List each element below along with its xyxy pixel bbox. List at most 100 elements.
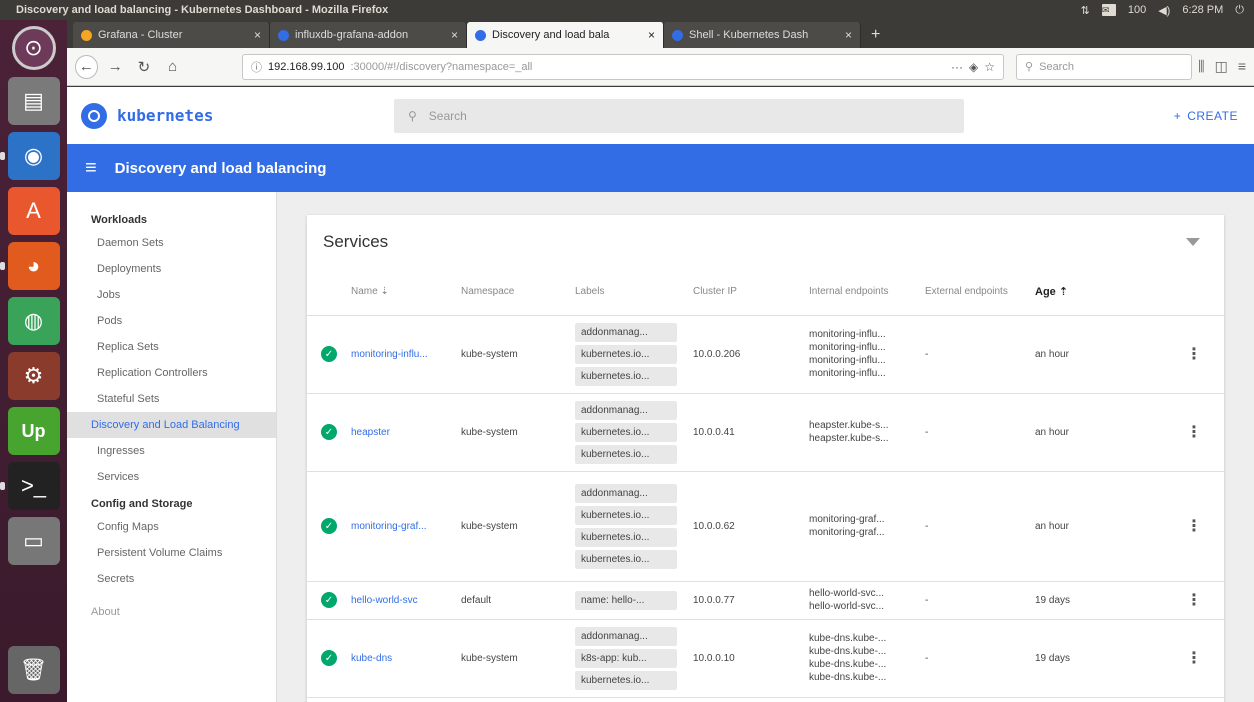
sidebar-icon[interactable]: ◫ [1215, 58, 1228, 75]
label-chip[interactable]: addonmanag... [575, 483, 677, 503]
trash-icon[interactable]: 🗑 [7, 646, 60, 694]
home-button[interactable]: ⌂ [161, 55, 184, 79]
library-icon[interactable]: ⫼ [1198, 58, 1204, 75]
tab-discovery[interactable]: Discovery and load bala × [467, 22, 664, 48]
menu-icon[interactable]: ≡ [1238, 58, 1246, 75]
chrome-icon[interactable]: ◉ [0, 132, 60, 180]
label-chip[interactable]: addonmanag... [575, 400, 677, 420]
filter-icon[interactable] [1186, 238, 1200, 246]
power-icon[interactable]: ⏻ [1235, 4, 1244, 17]
internal-endpoint[interactable]: monitoring-influ... [809, 354, 909, 367]
label-chip[interactable]: kubernetes.io... [575, 505, 677, 525]
label-chip[interactable]: kubernetes.io... [575, 527, 677, 547]
drive-icon[interactable]: ▭ [7, 517, 60, 565]
clock[interactable]: 6:28 PM [1182, 4, 1223, 16]
create-button[interactable]: + CREATE [1174, 109, 1238, 123]
sidebar-item-replication-controllers[interactable]: Replication Controllers [67, 360, 276, 386]
internal-endpoint[interactable]: monitoring-influ... [809, 341, 909, 354]
sidebar-item-ingresses[interactable]: Ingresses [67, 438, 276, 464]
tab-grafana[interactable]: Grafana - Cluster × [73, 22, 270, 48]
more-vert-icon[interactable]: ⋮ [1164, 393, 1224, 472]
internal-endpoint[interactable]: monitoring-influ... [809, 367, 909, 380]
spotify-icon[interactable]: ◍ [7, 297, 60, 345]
bookmark-star-icon[interactable]: ☆ [984, 60, 995, 74]
internal-endpoint[interactable]: hello-world-svc... [809, 600, 909, 613]
service-name-link[interactable]: monitoring-influ... [343, 315, 453, 394]
dash-icon[interactable]: ⊙ [11, 26, 56, 70]
internal-endpoint[interactable]: hello-world-svc... [809, 587, 909, 600]
upwork-icon[interactable]: Up [7, 407, 60, 455]
browser-search-box[interactable]: ⚲ Search [1016, 53, 1193, 80]
sidebar-item-secrets[interactable]: Secrets [67, 566, 276, 592]
software-center-icon[interactable]: A [7, 187, 60, 235]
settings-icon[interactable]: ⚙ [7, 352, 60, 400]
close-icon[interactable]: × [845, 28, 852, 42]
firefox-icon[interactable]: ◕ [0, 242, 60, 290]
sound-icon[interactable]: ◀) [1158, 4, 1170, 17]
keyboard-layout-icon[interactable]: ⇅ [1081, 4, 1090, 17]
internal-endpoint[interactable]: monitoring-graf... [809, 513, 909, 526]
label-chip[interactable]: k8s-app: kub... [575, 648, 677, 668]
forward-button[interactable]: → [104, 55, 127, 79]
internal-endpoint[interactable]: kube-dns.kube-... [809, 632, 909, 645]
sidebar-section-workloads[interactable]: Workloads [67, 210, 276, 230]
more-vert-icon[interactable]: ⋮ [1164, 581, 1224, 620]
close-icon[interactable]: × [254, 28, 261, 42]
label-chip[interactable]: kubernetes.io... [575, 549, 677, 569]
sidebar-item-config-maps[interactable]: Config Maps [67, 514, 276, 540]
mail-icon[interactable]: ✉ [1101, 4, 1116, 16]
internal-endpoint[interactable]: monitoring-influ... [809, 328, 909, 341]
internal-endpoint[interactable]: kube-dns.kube-... [809, 658, 909, 671]
label-chip[interactable]: kubernetes.io... [575, 344, 677, 364]
name-header[interactable]: Name ⇣ [343, 269, 453, 316]
sidebar-item-about[interactable]: About [67, 592, 276, 632]
table-row[interactable]: ✓ monitoring-graf... kube-system addonmanag… [307, 471, 1224, 582]
sidebar-section-config[interactable]: Config and Storage [67, 494, 276, 514]
sidebar-item-pvc[interactable]: Persistent Volume Claims [67, 540, 276, 566]
internal-endpoint[interactable]: kube-dns.kube-... [809, 645, 909, 658]
k8s-logo[interactable]: kubernetes [81, 102, 381, 129]
sidebar-item-discovery[interactable]: Discovery and Load Balancing [67, 412, 276, 438]
label-chip[interactable]: kubernetes.io... [575, 366, 677, 386]
internal-endpoint[interactable]: kube-dns.kube-... [809, 671, 909, 684]
table-row[interactable]: ✓ hello-world-svc default name: hello-... 10… [307, 581, 1224, 620]
label-chip[interactable]: kubernetes.io... [575, 444, 677, 464]
close-icon[interactable]: × [648, 28, 655, 42]
service-name-link[interactable]: monitoring-graf... [343, 471, 453, 582]
reload-button[interactable]: ↻ [133, 55, 156, 79]
tab-influxdb[interactable]: influxdb-grafana-addon × [270, 22, 467, 48]
sidebar-item-services[interactable]: Services [67, 464, 276, 490]
files-icon[interactable]: ▤ [7, 77, 60, 125]
label-chip[interactable]: addonmanag... [575, 322, 677, 342]
more-vert-icon[interactable]: ⋮ [1164, 471, 1224, 582]
label-chip[interactable]: kubernetes.io... [575, 422, 677, 442]
page-actions-icon[interactable]: ··· [951, 60, 963, 74]
tab-shell[interactable]: Shell - Kubernetes Dash × [664, 22, 861, 48]
service-name-link[interactable]: kube-dns [343, 619, 453, 698]
battery-indicator[interactable]: 100 [1128, 4, 1146, 16]
close-icon[interactable]: × [451, 28, 458, 42]
k8s-search-input[interactable]: ⚲ Search [394, 98, 964, 133]
terminal-icon[interactable]: >_ [0, 462, 60, 510]
service-name-link[interactable]: heapster [343, 393, 453, 472]
internal-endpoint[interactable]: heapster.kube-s... [809, 419, 909, 432]
pocket-icon[interactable]: ◈ [969, 60, 978, 74]
service-name-link[interactable]: hello-world-svc [343, 581, 453, 620]
back-button[interactable]: ← [75, 54, 98, 79]
sidebar-item-stateful-sets[interactable]: Stateful Sets [67, 386, 276, 412]
internal-endpoint[interactable]: heapster.kube-s... [809, 432, 909, 445]
sidebar-item-daemon-sets[interactable]: Daemon Sets [67, 230, 276, 256]
age-header[interactable]: Age ⇡ [1027, 269, 1164, 316]
more-vert-icon[interactable]: ⋮ [1164, 619, 1224, 698]
hamburger-menu-icon[interactable]: ≡ [85, 157, 97, 180]
sidebar-item-pods[interactable]: Pods [67, 308, 276, 334]
info-icon[interactable]: ⓘ [251, 59, 262, 75]
url-bar[interactable]: ⓘ 192.168.99.100:30000/#!/discovery?name… [241, 53, 1005, 80]
internal-endpoint[interactable]: monitoring-graf... [809, 526, 909, 539]
label-chip[interactable]: addonmanag... [575, 626, 677, 646]
new-tab-button[interactable]: + [861, 26, 890, 48]
sidebar-item-jobs[interactable]: Jobs [67, 282, 276, 308]
table-row[interactable]: ✓ heapster kube-system addonmanag... kuberne… [307, 393, 1224, 472]
table-row[interactable]: ✓ monitoring-influ... kube-system addonmana… [307, 315, 1224, 394]
label-chip[interactable]: kubernetes.io... [575, 670, 677, 690]
